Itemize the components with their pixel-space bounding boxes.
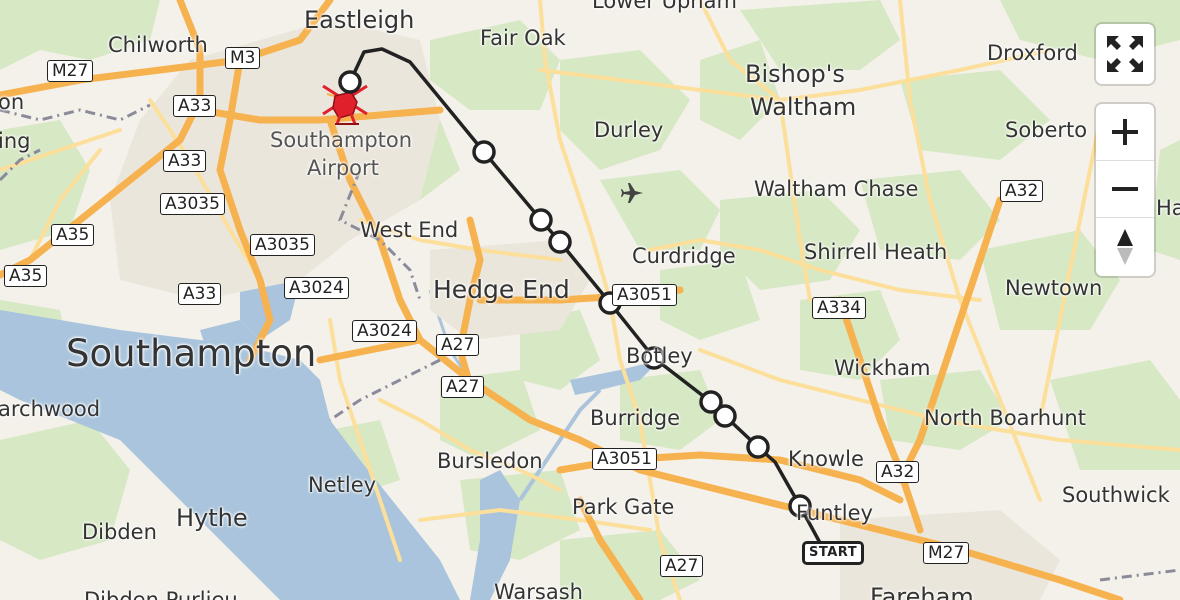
place-southwick: Southwick [1062,483,1170,507]
road-label-a33-north: A33 [173,95,217,117]
road-label-a35-a: A35 [51,224,95,246]
route-waypoint[interactable] [746,435,770,459]
place-durley: Durley [594,118,664,142]
place-fareham: Fareham [870,583,974,600]
road-label-a3024-a: A3024 [284,277,349,299]
place-fair-oak: Fair Oak [480,26,566,50]
fullscreen-button[interactable] [1096,24,1154,84]
road-label-a334: A334 [812,297,867,319]
place-lower-upham: Lower Upham [592,0,737,13]
route-waypoint[interactable] [699,390,723,414]
place-droxford: Droxford [987,41,1078,65]
place-newtown: Newtown [1005,276,1103,300]
road-label-a27-b: A27 [441,376,485,398]
road-label-m27-west: M27 [47,60,94,82]
route-waypoint[interactable] [529,208,553,232]
place-soberton: Soberto [1005,118,1088,142]
place-marchwood: archwood [0,397,101,421]
place-wickham: Wickham [834,356,931,380]
fullscreen-control[interactable] [1096,24,1154,84]
place-park-gate: Park Gate [572,495,675,519]
road-label-m27-east: M27 [923,542,970,564]
place-botley: Botley [626,344,693,368]
road-label-m3: M3 [225,47,261,69]
place-bursledon: Bursledon [437,449,543,473]
plus-icon [1112,119,1138,145]
place-warsash: Warsash [494,580,583,600]
place-burridge: Burridge [590,406,681,430]
place-southampton: Southampton [66,332,317,375]
zoom-out-button[interactable] [1096,161,1154,218]
minus-icon [1112,187,1138,191]
road-label-a33-south: A33 [178,283,222,305]
place-rownhams: ing [0,129,31,153]
place-chilworth: Chilworth [108,33,208,57]
place-dibden: Dibden [82,520,157,544]
road-label-a3035-a: A3035 [160,193,225,215]
zoom-control [1096,104,1154,276]
road-label-a33-mid: A33 [163,150,207,172]
destination-waypoint [338,70,362,94]
road-label-a3024-b: A3024 [352,320,417,342]
road-label-a3051-b: A3051 [592,448,657,470]
route-start-label: START [802,541,865,565]
place-west-end: West End [360,218,459,242]
compass-icon [1117,229,1133,265]
place-hythe: Hythe [176,504,248,532]
compass-button[interactable] [1096,218,1154,276]
road-label-a35-b: A35 [4,265,48,287]
road-label-a32-north: A32 [1000,180,1044,202]
place-north-boarhunt: North Boarhunt [924,406,1086,430]
place-knowle: Knowle [788,447,864,471]
place-curdridge: Curdridge [632,244,736,268]
road-label-a3051-a: A3051 [612,284,677,306]
route-waypoint[interactable] [548,230,572,254]
place-southampton-airport-1: Southampton [270,128,413,152]
place-hambledon: Ha [1156,196,1180,220]
place-eastleigh: Eastleigh [304,6,415,34]
place-funtley: Funtley [796,501,873,525]
place-nursling: on [0,90,25,114]
place-netley: Netley [308,473,377,497]
place-hedge-end: Hedge End [433,275,570,304]
route-waypoint[interactable] [472,140,496,164]
place-waltham-chase: Waltham Chase [754,177,919,201]
map-canvas[interactable]: Eastleigh Chilworth Fair Oak Lower Upham… [0,0,1180,600]
road-label-a27-a: A27 [436,334,480,356]
place-bishops-waltham-1: Bishop's [745,60,845,88]
place-dibden-purlieu: Dibden Purlieu [84,588,238,600]
road-label-a27-c: A27 [660,555,704,577]
road-label-a32-south: A32 [876,461,920,483]
place-shirrell-heath: Shirrell Heath [804,240,948,264]
zoom-in-button[interactable] [1096,104,1154,161]
road-label-a3035-b: A3035 [250,234,315,256]
place-bishops-waltham-2: Waltham [750,93,857,121]
fullscreen-icon [1107,36,1143,72]
place-southampton-airport-2: Airport [307,156,379,180]
